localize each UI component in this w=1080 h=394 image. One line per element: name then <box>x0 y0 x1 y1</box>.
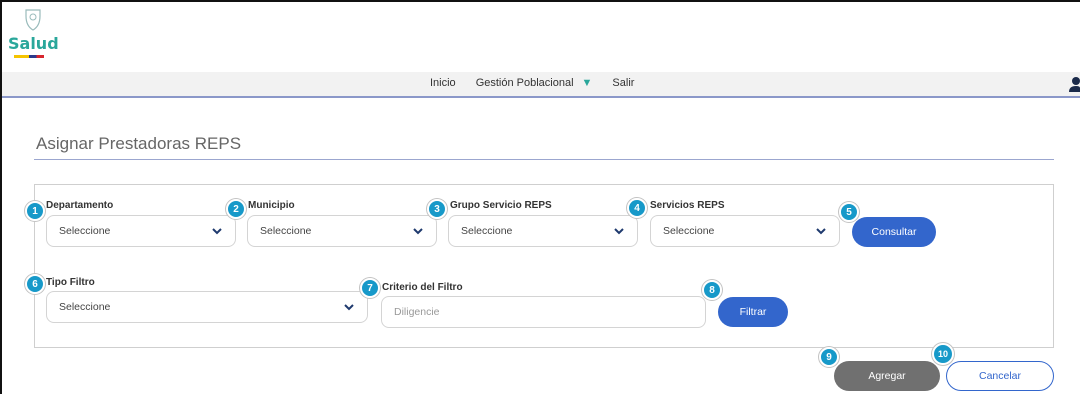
step-badge-2: 2 <box>226 199 246 219</box>
nav-inicio[interactable]: Inicio <box>430 77 456 89</box>
step-badge-10: 10 <box>932 343 954 365</box>
step-badge-9: 9 <box>819 347 839 367</box>
step-badge-5: 5 <box>839 202 859 222</box>
tipo-filtro-select[interactable]: Seleccione <box>46 291 368 323</box>
caret-down-icon[interactable]: ▼ <box>582 77 593 89</box>
step-badge-1: 1 <box>25 201 45 221</box>
grupo-servicio-label: Grupo Servicio REPS <box>450 200 552 211</box>
step-badge-6: 6 <box>25 274 45 294</box>
departamento-label: Departamento <box>46 200 114 211</box>
grupo-servicio-value: Seleccione <box>461 225 513 237</box>
user-icon[interactable] <box>1068 76 1080 92</box>
filtrar-button[interactable]: Filtrar <box>718 297 788 327</box>
departamento-select[interactable]: Seleccione <box>46 215 236 247</box>
chevron-down-icon <box>212 228 222 235</box>
step-badge-4: 4 <box>627 198 647 218</box>
step-badge-3: 3 <box>427 199 447 219</box>
servicios-value: Seleccione <box>663 225 715 237</box>
flag-stripe <box>14 55 44 58</box>
servicios-label: Servicios REPS <box>650 200 725 211</box>
nav-salir[interactable]: Salir <box>612 77 634 89</box>
consultar-button[interactable]: Consultar <box>852 217 936 247</box>
tipo-filtro-label: Tipo Filtro <box>46 277 95 288</box>
agregar-button[interactable]: Agregar <box>834 361 940 391</box>
criterio-label: Criterio del Filtro <box>382 282 463 293</box>
municipio-value: Seleccione <box>260 225 312 237</box>
title-divider <box>34 159 1054 160</box>
top-navbar: Inicio Gestión Poblacional ▼ Salir <box>2 72 1080 98</box>
page-title: Asignar Prestadoras REPS <box>36 134 242 153</box>
departamento-value: Seleccione <box>59 225 111 237</box>
grupo-servicio-select[interactable]: Seleccione <box>448 215 638 247</box>
cancelar-button[interactable]: Cancelar <box>946 361 1054 391</box>
nav-gestion-poblacional[interactable]: Gestión Poblacional <box>476 77 574 89</box>
municipio-select[interactable]: Seleccione <box>247 215 437 247</box>
tipo-filtro-value: Seleccione <box>59 301 111 313</box>
chevron-down-icon <box>344 304 354 311</box>
servicios-select[interactable]: Seleccione <box>650 215 840 247</box>
criterio-input[interactable]: Diligencie <box>381 296 706 328</box>
municipio-label: Municipio <box>248 200 295 211</box>
chevron-down-icon <box>614 228 624 235</box>
chevron-down-icon <box>816 228 826 235</box>
logo-text: Salud <box>8 34 59 53</box>
chevron-down-icon <box>413 228 423 235</box>
step-badge-8: 8 <box>702 280 722 300</box>
step-badge-7: 7 <box>360 278 380 298</box>
